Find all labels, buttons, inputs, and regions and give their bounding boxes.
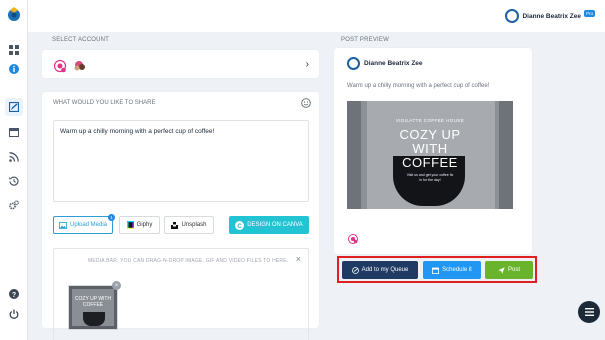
post-preview-card: Dianne Beatrix Zee Warm up a chilly morn… [334, 48, 532, 254]
canva-icon: C [235, 220, 245, 230]
queue-icon [351, 266, 359, 274]
add-to-queue-label: Add to my Queue [361, 267, 409, 273]
preview-user-name: Dianne Beatrix Zee [364, 60, 423, 67]
add-to-queue-button[interactable]: Add to my Queue [342, 261, 418, 279]
headline-line-2: WITH [412, 141, 448, 156]
floating-menu-button[interactable] [578, 301, 600, 323]
unsplash-label: Unsplash [181, 222, 207, 228]
post-text-input[interactable]: Warm up a chilly morning with a perfect … [53, 120, 309, 202]
svg-text:C: C [237, 222, 242, 229]
help-icon[interactable]: ? [9, 289, 19, 299]
svg-text:?: ? [12, 292, 16, 299]
plan-badge: Pro [583, 9, 595, 17]
power-icon[interactable] [9, 309, 19, 319]
media-bar-hint: MEDIA BAR, YOU CAN DRAG-N-DROP IMAGE, GI… [88, 258, 289, 264]
post-preview-label: POST PREVIEW [341, 37, 389, 43]
history-icon[interactable] [9, 176, 19, 186]
close-icon[interactable]: × [296, 254, 301, 264]
chevron-right-icon[interactable]: › [306, 59, 309, 70]
composer-card: WHAT WOULD YOU LIKE TO SHARE Warm up a c… [42, 92, 319, 340]
unsplash-button[interactable]: Unsplash [164, 216, 214, 234]
account-selector[interactable]: › [42, 50, 319, 78]
headline-line-1: COZY UP [399, 127, 461, 142]
upload-media-button[interactable]: Upload Media 1 [53, 214, 115, 234]
preview-image-caption: Visit us and get your coffee fix in for … [347, 173, 513, 183]
design-on-canva-button[interactable]: C DESIGN ON CANVA [229, 216, 309, 234]
schedule-label: Schedule it [442, 267, 472, 273]
avatar [505, 9, 520, 23]
thumbnail-text: COZY UP WITH COFFEE [74, 296, 112, 308]
preview-image: VIGILATTE COFFEE HOUSE COZY UP WITH COFF… [347, 101, 513, 209]
compose-icon [9, 102, 19, 112]
sidebar: ? [0, 0, 28, 340]
post-button[interactable]: Post [485, 261, 533, 279]
info-icon[interactable] [9, 64, 19, 74]
post-label: Post [507, 267, 520, 273]
instagram-account-icon [348, 234, 358, 244]
rss-icon[interactable] [9, 152, 19, 162]
settings-icon[interactable] [9, 200, 19, 210]
preview-image-headline: COZY UP WITH COFFEE [347, 128, 513, 170]
upload-count-badge: 1 [108, 214, 115, 221]
image-icon [58, 221, 67, 229]
send-icon [498, 266, 505, 274]
preview-image-subtitle: VIGILATTE COFFEE HOUSE [395, 118, 465, 123]
emoji-icon[interactable] [301, 98, 311, 108]
unsplash-icon [171, 221, 179, 229]
schedule-button[interactable]: Schedule it [423, 261, 481, 279]
headline-line-3: COFFEE [402, 155, 458, 170]
preview-post-text: Warm up a chilly morning with a perfect … [347, 83, 490, 89]
upload-media-label: Upload Media [69, 222, 108, 228]
giphy-button[interactable]: Giphy [119, 216, 160, 234]
giphy-label: Giphy [136, 222, 153, 228]
remove-media-icon[interactable]: × [112, 281, 121, 290]
user-menu[interactable]: Dianne Beatrix Zee Pro [505, 9, 595, 23]
app-logo-icon[interactable] [6, 6, 22, 22]
select-account-label: SELECT ACCOUNT [52, 37, 110, 43]
media-thumbnail[interactable]: COZY UP WITH COFFEE [68, 285, 118, 330]
user-name: Dianne Beatrix Zee [522, 12, 581, 20]
top-bar: Dianne Beatrix Zee Pro [28, 0, 605, 32]
caption-line-2: in for the day! [419, 178, 441, 182]
grid-icon[interactable] [9, 45, 19, 55]
canva-label: DESIGN ON CANVA [247, 222, 303, 228]
composer-title: WHAT WOULD YOU LIKE TO SHARE [53, 100, 156, 106]
account-avatars-icon [54, 59, 85, 73]
calendar-icon [432, 267, 440, 274]
compose-nav-item[interactable] [5, 98, 23, 116]
media-bar-dropzone[interactable]: MEDIA BAR, YOU CAN DRAG-N-DROP IMAGE, GI… [53, 248, 309, 340]
publish-actions-highlight: Add to my Queue Schedule it Post [337, 256, 537, 283]
menu-icon [584, 308, 594, 316]
avatar [347, 57, 360, 70]
giphy-icon [126, 221, 134, 229]
calendar-icon[interactable] [9, 127, 19, 137]
